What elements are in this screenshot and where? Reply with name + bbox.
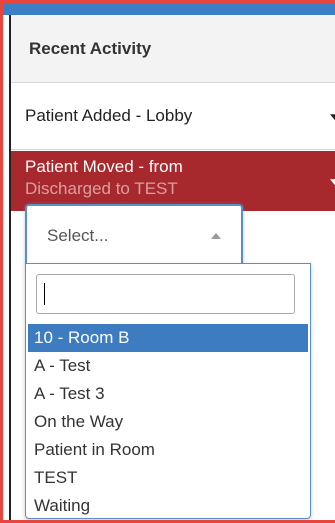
location-select[interactable]: Select... (25, 204, 243, 266)
option-waiting[interactable]: Waiting (28, 492, 308, 520)
select-placeholder: Select... (47, 226, 109, 245)
activity-label-line1: Patient Moved - from (25, 157, 183, 176)
text-cursor (44, 283, 45, 305)
option-a-test[interactable]: A - Test (28, 352, 308, 380)
caret-down-icon[interactable] (330, 179, 335, 186)
top-accent-bar (3, 3, 335, 15)
option-patient-in-room[interactable]: Patient in Room (28, 436, 308, 464)
option-test[interactable]: TEST (28, 464, 308, 492)
option-on-the-way[interactable]: On the Way (28, 408, 308, 436)
activity-label: Patient Added - Lobby (25, 106, 193, 125)
activity-item-patient-added[interactable]: Patient Added - Lobby (11, 83, 335, 150)
option-a-test-3[interactable]: A - Test 3 (28, 380, 308, 408)
caret-down-icon[interactable] (330, 114, 335, 121)
activity-label-line2: Discharged to TEST (25, 179, 178, 198)
select-dropdown: 10 - Room B A - Test A - Test 3 On the W… (25, 263, 311, 519)
activity-item-patient-moved[interactable]: Patient Moved - from Discharged to TEST (11, 151, 335, 211)
screenshot-frame: Recent Activity Patient Added - Lobby Pa… (0, 0, 335, 523)
activity-panel: Recent Activity Patient Added - Lobby Pa… (9, 15, 335, 520)
panel-title: Recent Activity (29, 38, 152, 58)
option-10-room-b[interactable]: 10 - Room B (28, 324, 308, 352)
option-list: 10 - Room B A - Test A - Test 3 On the W… (28, 324, 308, 520)
panel-header: Recent Activity (11, 15, 335, 83)
dropdown-search-input[interactable] (36, 274, 295, 314)
chevron-up-icon[interactable] (211, 233, 221, 239)
